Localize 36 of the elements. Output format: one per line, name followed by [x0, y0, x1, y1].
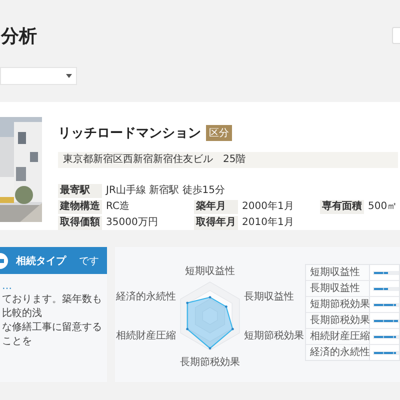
score-label: 相続財産圧縮: [306, 329, 370, 344]
axis-label: 長期収益性: [244, 292, 294, 302]
detail-value: RC造: [105, 200, 130, 214]
detail-value: 2000年1月: [241, 200, 295, 214]
axis-label: 相続財産圧縮: [116, 330, 176, 342]
score-label: 短期収益性: [306, 265, 370, 280]
detail-label: 最寄駅: [58, 184, 102, 198]
axis-label: 長期節税効果: [180, 357, 240, 368]
detail-value: 35000万円: [105, 216, 159, 230]
detail-label: 建物構造: [58, 200, 102, 214]
score-label: 長期収益性: [306, 281, 370, 296]
more-link[interactable]: …: [2, 280, 103, 293]
type-suffix: です: [79, 254, 99, 268]
score-label: 長期節税効果: [306, 313, 370, 328]
type-title: 相続タイプ: [16, 254, 66, 268]
axis-label: 短期節税効果: [244, 330, 304, 342]
detail-label: 築年月: [194, 200, 238, 214]
axis-label: 経済的永続性: [116, 292, 176, 302]
page-title: 分析: [0, 27, 37, 47]
description-text: ております。築年数も比較的浅: [2, 293, 103, 321]
detail-value: 2010年1月: [241, 216, 295, 230]
detail-value: 500㎡: [367, 200, 398, 214]
dropdown[interactable]: [0, 67, 77, 85]
score-label: 経済的永続性: [306, 345, 370, 360]
score-label: 短期節税効果: [306, 297, 370, 312]
axis-label: 短期収益性: [185, 266, 235, 277]
detail-label: 取得価額: [58, 216, 102, 230]
caret-icon: [66, 74, 72, 78]
type-badge: 区分: [206, 125, 232, 141]
detail-label: 専有面積: [320, 200, 364, 214]
detail-value: JR山手線 新宿駅 徒歩15分: [104, 184, 226, 198]
detail-label: 取得年月: [194, 216, 238, 230]
property-name: リッチロードマンション: [58, 125, 201, 142]
radar-chart-drawing: [180, 282, 240, 350]
address-bar: 東京都新宿区西新宿新宿住友ビル 25階: [58, 152, 398, 168]
description-text: な修繕工事に留意することを: [2, 321, 103, 349]
